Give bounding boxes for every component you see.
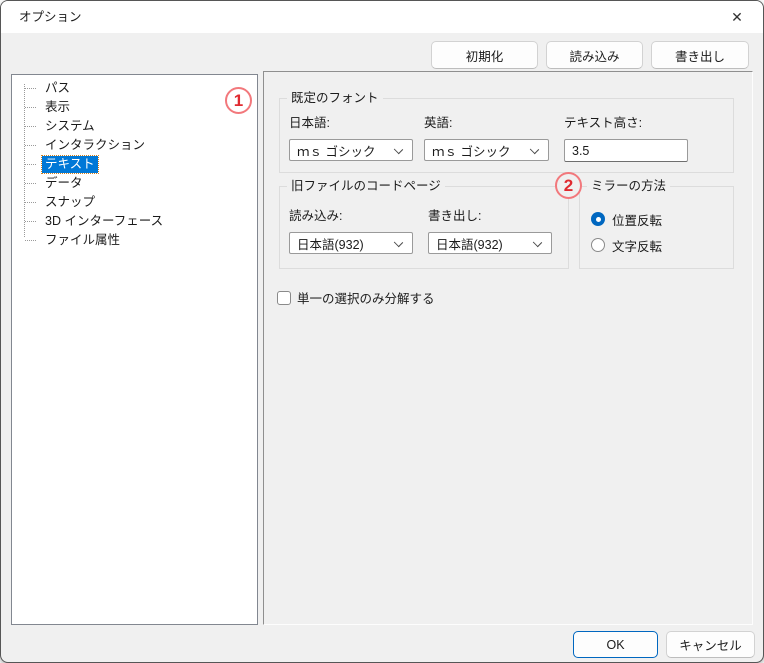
text-height-input[interactable] [564, 139, 688, 162]
category-tree: パス 表示 システム インタラクション テキスト データ スナップ 3D インタ… [11, 74, 258, 625]
radio-icon [591, 212, 605, 226]
english-font-select[interactable]: ｍｓ ゴシック [424, 139, 549, 161]
window-title: オプション [19, 10, 82, 24]
codepage-load-label: 読み込み: [289, 209, 343, 223]
chevron-down-icon [393, 144, 404, 155]
codepage-export-select[interactable]: 日本語(932) [428, 232, 552, 254]
japanese-font-label: 日本語: [289, 116, 330, 130]
radio-icon [591, 238, 605, 252]
initialize-button[interactable]: 初期化 [431, 41, 538, 69]
english-font-label: 英語: [424, 116, 453, 130]
mirror-position-flip-radio[interactable]: 位置反転 [591, 211, 662, 228]
ok-button[interactable]: OK [573, 631, 658, 658]
text-height-label: テキスト高さ: [564, 116, 643, 130]
checkbox-icon [277, 290, 291, 305]
default-font-group-title: 既定のフォント [287, 91, 383, 106]
codepage-group: 旧ファイルのコードページ [279, 179, 569, 269]
mirror-method-group-title: ミラーの方法 [587, 179, 671, 194]
export-settings-button[interactable]: 書き出し [651, 41, 749, 69]
sidebar-item-interaction[interactable]: インタラクション [12, 136, 257, 155]
codepage-export-label: 書き出し: [428, 209, 482, 223]
chevron-down-icon [529, 144, 540, 155]
sidebar-item-data[interactable]: データ [12, 174, 257, 193]
chevron-down-icon [532, 237, 543, 248]
close-icon[interactable]: ✕ [719, 3, 755, 31]
sidebar-item-text[interactable]: テキスト [12, 155, 257, 174]
annotation-circle-2: 2 [555, 172, 582, 199]
sidebar-item-snap[interactable]: スナップ [12, 193, 257, 212]
decompose-single-selection-checkbox[interactable]: 単一の選択のみ分解する [277, 288, 435, 307]
annotation-circle-1: 1 [225, 87, 252, 114]
options-dialog: オプション ✕ 初期化 読み込み 書き出し パス 表示 システム インタラクショ… [0, 0, 764, 663]
japanese-font-select[interactable]: ｍｓ ゴシック [289, 139, 413, 161]
chevron-down-icon [393, 237, 404, 248]
sidebar-item-3d-interface[interactable]: 3D インターフェース [12, 212, 257, 231]
codepage-load-select[interactable]: 日本語(932) [289, 232, 413, 254]
sidebar-item-file-attributes[interactable]: ファイル属性 [12, 231, 257, 250]
sidebar-item-display[interactable]: 表示 [12, 98, 257, 117]
sidebar-item-path[interactable]: パス [12, 79, 257, 98]
mirror-character-flip-radio[interactable]: 文字反転 [591, 237, 662, 254]
sidebar-item-system[interactable]: システム [12, 117, 257, 136]
import-settings-button[interactable]: 読み込み [546, 41, 643, 69]
cancel-button[interactable]: キャンセル [666, 631, 755, 658]
titlebar: オプション ✕ [1, 1, 763, 33]
codepage-group-title: 旧ファイルのコードページ [287, 179, 445, 194]
